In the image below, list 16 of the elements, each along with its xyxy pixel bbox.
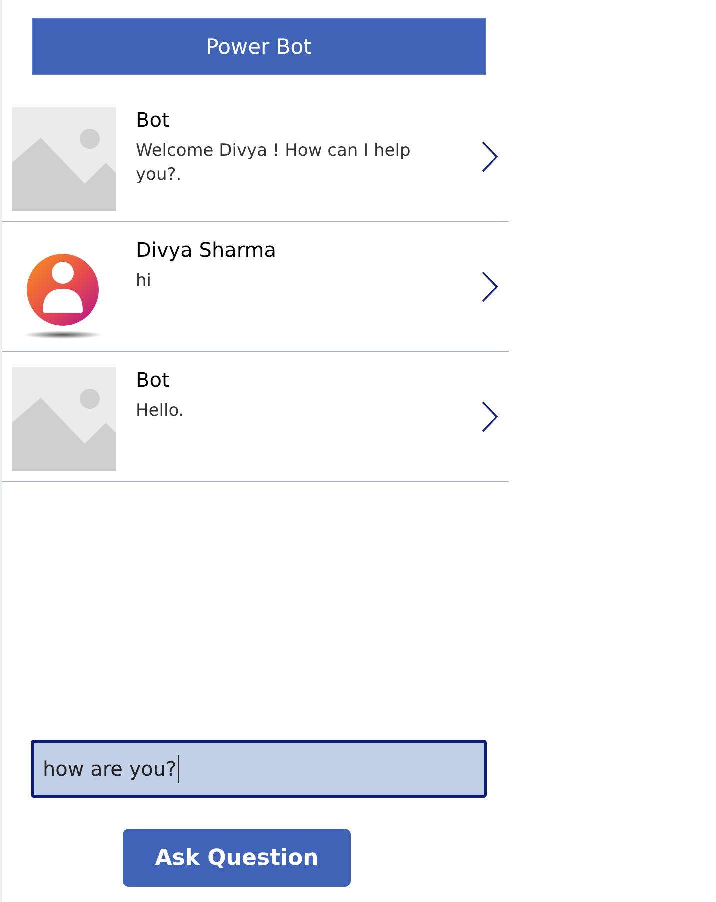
sender-name: Bot [136,367,171,393]
image-placeholder-icon [12,367,116,471]
question-input-field[interactable]: how are you? [31,740,487,798]
person-avatar-icon [23,253,103,339]
message-text: hi [136,270,152,293]
ask-question-button[interactable]: Ask Question [123,829,351,887]
sender-name: Bot [136,107,171,133]
chevron-right-icon[interactable] [481,401,499,433]
text-cursor-icon [178,755,179,783]
sender-name: Divya Sharma [136,237,278,263]
image-placeholder-icon [12,107,116,211]
message-text: Hello. [136,400,186,423]
chevron-right-icon[interactable] [481,271,499,303]
message-text: Welcome Divya ! How can I help you?. [136,140,412,187]
app-title: Power Bot [206,34,312,58]
chevron-right-icon[interactable] [481,141,499,173]
